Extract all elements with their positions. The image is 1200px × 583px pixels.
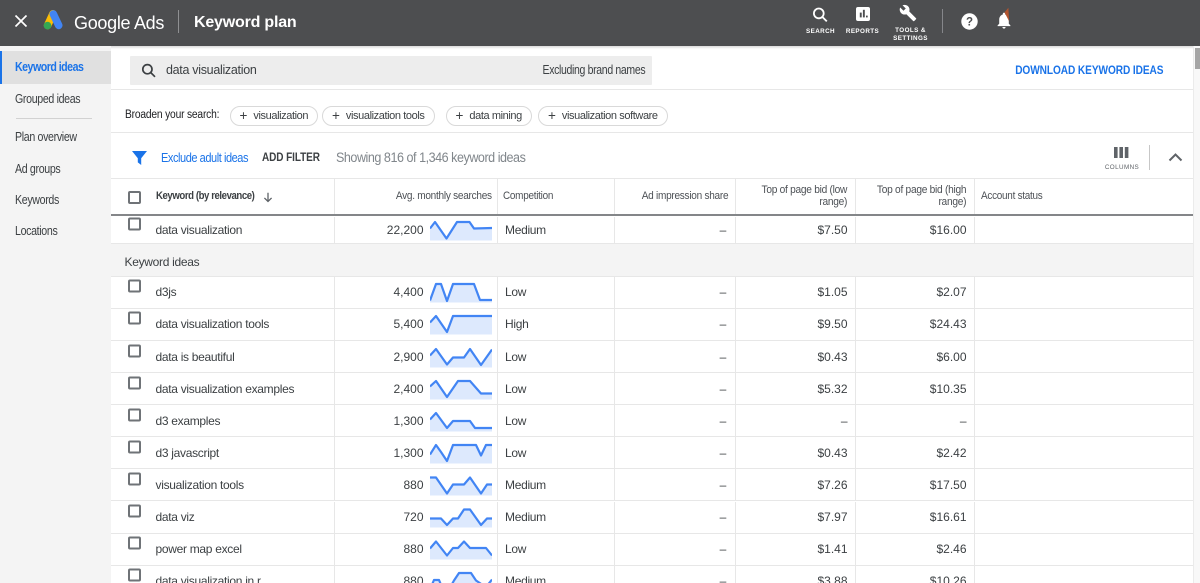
svg-text:?: ? (966, 17, 973, 29)
